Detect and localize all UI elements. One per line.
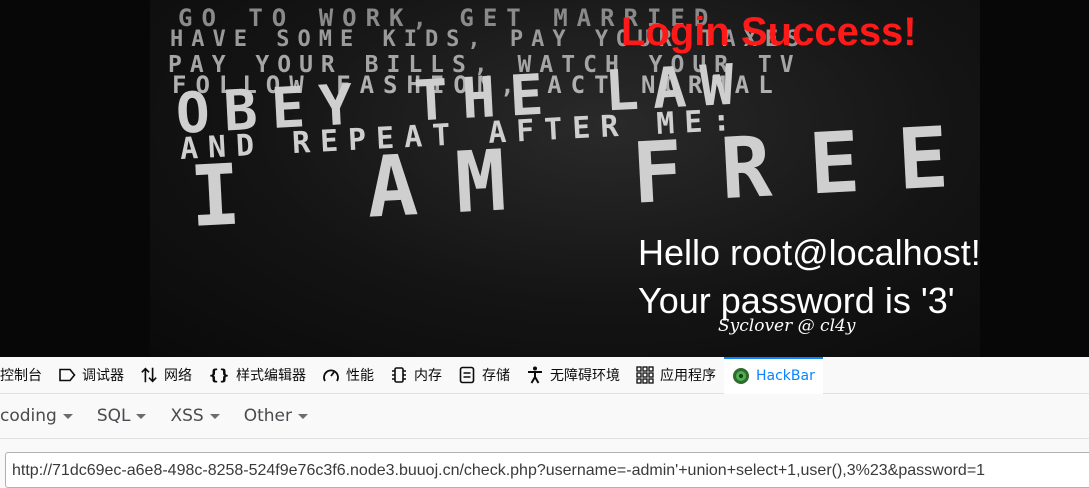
tab-label: 存储	[482, 368, 510, 384]
menu-label: SQL	[96, 406, 131, 426]
app-grid-icon	[636, 366, 654, 384]
menu-other[interactable]: Other	[232, 406, 320, 426]
chevron-down-icon	[209, 413, 220, 419]
hackbar-logo-icon	[732, 367, 750, 385]
tab-storage[interactable]: 存储	[450, 357, 518, 393]
hackbar-url-area: http://71dc69ec-a6e8-498c-8258-524f9e76c…	[0, 439, 1089, 488]
tab-label: 无障碍环境	[550, 368, 620, 384]
debugger-icon	[58, 366, 76, 384]
login-success-heading: Login Success!	[621, 10, 917, 54]
tab-hackbar[interactable]: HackBar	[724, 356, 823, 394]
tab-label: 样式编辑器	[236, 368, 306, 384]
web-page: GO TO WORK, GET MARRIED HAVE SOME KIDS, …	[0, 0, 1089, 357]
tab-memory[interactable]: 内存	[382, 357, 450, 393]
memory-chip-icon	[390, 366, 408, 384]
chevron-down-icon	[62, 413, 73, 419]
tab-label: 调试器	[82, 368, 124, 384]
chevron-down-icon	[298, 413, 308, 419]
hello-message: Hello root@localhost!	[638, 232, 981, 273]
menu-label: coding	[0, 406, 57, 426]
signature: Syclover @ cl4y	[718, 316, 856, 336]
menu-label: Other	[243, 406, 292, 426]
network-arrows-icon	[140, 366, 158, 384]
url-input[interactable]: http://71dc69ec-a6e8-498c-8258-524f9e76c…	[5, 452, 1089, 488]
devtools-tab-bar: 控制台 调试器 网络 {} 样式编辑器 性能 内存 存储 无障碍环境 应用程序 …	[0, 356, 1089, 394]
gauge-icon	[322, 366, 340, 384]
tab-application[interactable]: 应用程序	[628, 357, 724, 393]
tab-label: 控制台	[0, 368, 42, 384]
tab-label: HackBar	[756, 368, 815, 384]
menu-sql[interactable]: SQL	[85, 406, 159, 426]
hackbar-menu-bar: coding SQL XSS Other	[0, 394, 1089, 439]
tab-label: 网络	[164, 368, 192, 384]
braces-icon: {}	[208, 366, 230, 384]
tab-style-editor[interactable]: {} 样式编辑器	[200, 357, 314, 393]
tab-performance[interactable]: 性能	[314, 357, 382, 393]
accessibility-icon	[526, 366, 544, 384]
menu-encoding[interactable]: coding	[0, 406, 85, 426]
tab-label: 性能	[346, 368, 374, 384]
tab-accessibility[interactable]: 无障碍环境	[518, 357, 628, 393]
menu-xss[interactable]: XSS	[158, 406, 231, 426]
tab-debugger[interactable]: 调试器	[50, 357, 132, 393]
menu-label: XSS	[170, 406, 204, 426]
storage-icon	[458, 366, 476, 384]
tab-network[interactable]: 网络	[132, 357, 200, 393]
tab-label: 应用程序	[660, 368, 716, 384]
tab-label: 内存	[414, 368, 442, 384]
tab-console[interactable]: 控制台	[0, 357, 50, 393]
chevron-down-icon	[136, 413, 147, 419]
